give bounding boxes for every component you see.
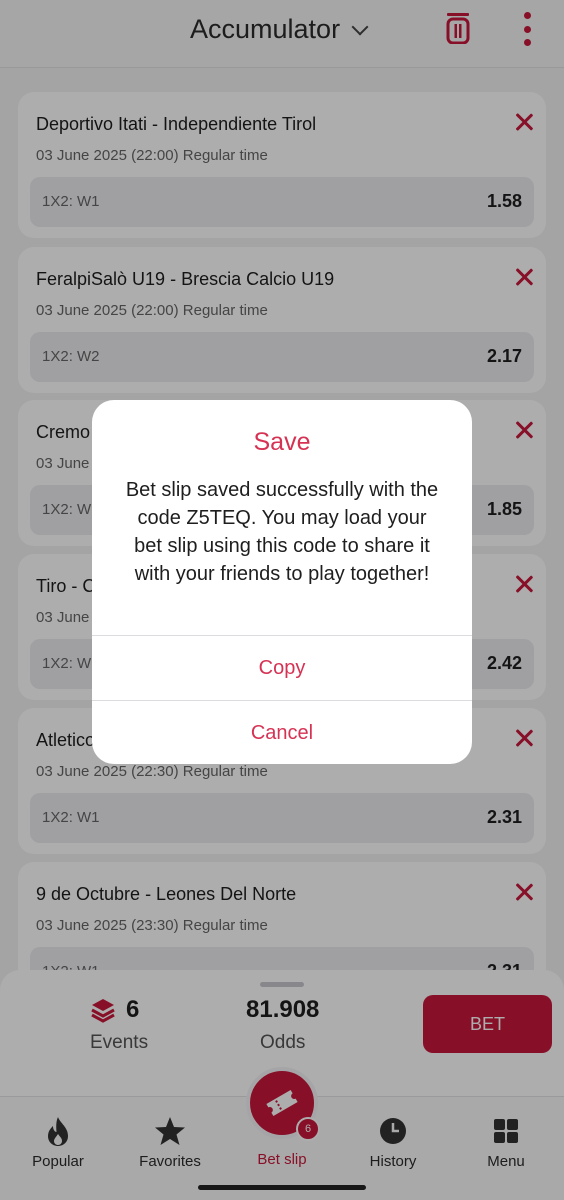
dialog-title: Save [253, 428, 311, 456]
dialog-message: Bet slip saved successfully with the cod… [125, 479, 439, 585]
copy-button[interactable]: Copy [92, 636, 472, 700]
cancel-button[interactable]: Cancel [92, 701, 472, 764]
save-dialog: Save Bet slip saved successfully with th… [92, 400, 472, 764]
